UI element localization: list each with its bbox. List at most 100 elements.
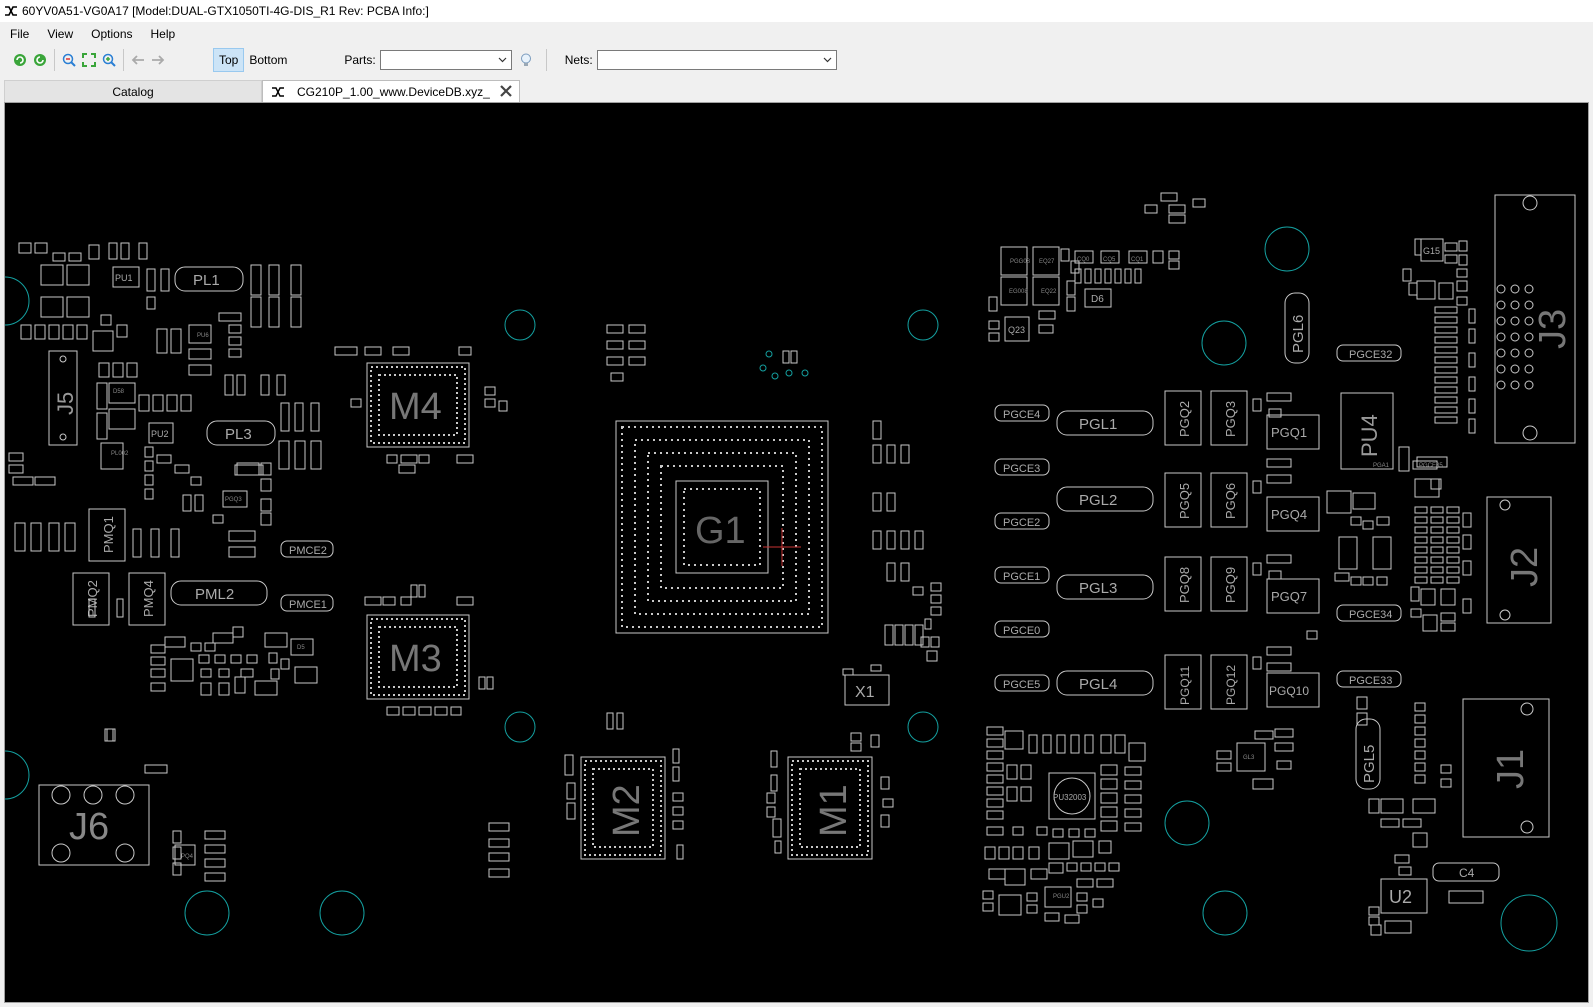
mounting-hole: [184, 890, 230, 936]
zoom-in-icon[interactable]: [99, 50, 119, 70]
mosfet-pgq2[interactable]: PGQ2: [1164, 390, 1202, 446]
cap-pgce0[interactable]: PGCE0: [994, 620, 1050, 638]
svg-text:PGCE33: PGCE33: [1349, 675, 1392, 687]
inductor-pl1[interactable]: PL1: [174, 266, 244, 292]
window-title: 60YV0A51-VG0A17 [Model:DUAL-GTX1050TI-4G…: [22, 4, 429, 18]
cap-pgce2[interactable]: PGCE2: [994, 512, 1050, 530]
svg-text:PGQ8: PGQ8: [1177, 567, 1192, 603]
connector-j3[interactable]: J3: [1494, 194, 1576, 444]
svg-text:PU2: PU2: [151, 429, 169, 439]
menu-file[interactable]: File: [2, 27, 37, 41]
mosfet-pmq1[interactable]: PMQ1: [88, 508, 126, 562]
cap-pmce1[interactable]: PMCE1: [280, 594, 334, 612]
mosfet-pgq12[interactable]: PGQ12: [1210, 654, 1248, 710]
close-icon[interactable]: [499, 84, 513, 98]
connector-j6[interactable]: J6: [38, 784, 150, 866]
mosfet-pmq4[interactable]: PMQ4: [128, 572, 166, 626]
back-arrow-icon[interactable]: [128, 50, 148, 70]
cap-pgce34[interactable]: PGCE34: [1336, 604, 1402, 622]
inductor-pgl6[interactable]: PGL6: [1284, 292, 1310, 364]
memory-m3[interactable]: M3: [366, 614, 470, 700]
gpu-g1[interactable]: G1: [615, 420, 829, 634]
svg-text:PGQ3: PGQ3: [225, 497, 242, 503]
mounting-hole: [1202, 890, 1248, 936]
cap-pmce2[interactable]: PMCE2: [280, 540, 334, 558]
diode-d6[interactable]: D6: [1084, 288, 1112, 308]
chip-pu4[interactable]: PU4: [1340, 392, 1394, 470]
cap-pgce5[interactable]: PGCE5: [994, 674, 1050, 692]
svg-text:PGL2: PGL2: [1079, 492, 1117, 509]
via: [785, 369, 793, 377]
inductor-pml2[interactable]: PML2: [170, 580, 268, 606]
memory-m1[interactable]: M1: [787, 756, 873, 860]
forward-arrow-icon[interactable]: [148, 50, 168, 70]
svg-text:PU6: PU6: [197, 333, 209, 339]
inductor-pgl4[interactable]: PGL4: [1056, 670, 1154, 696]
cap-pgce1[interactable]: PGCE1: [994, 566, 1050, 584]
mosfet-pgq11[interactable]: PGQ11: [1164, 654, 1202, 710]
mosfet-pgq3[interactable]: PGQ3: [1210, 390, 1248, 446]
menu-help[interactable]: Help: [143, 27, 184, 41]
svg-text:PGCE5: PGCE5: [1003, 679, 1040, 691]
crystal-x1[interactable]: X1: [844, 674, 890, 706]
transistor-q23[interactable]: Q23: [1004, 316, 1030, 342]
mosfet-pgq5[interactable]: PGQ5: [1164, 472, 1202, 528]
svg-text:G15: G15: [1423, 246, 1440, 256]
mosfet-pgq9[interactable]: PGQ9: [1210, 556, 1248, 612]
mounting-hole: [907, 711, 939, 743]
j2-label: J2: [1504, 547, 1546, 587]
cap-pgce32[interactable]: PGCE32: [1336, 344, 1402, 362]
reload-icon[interactable]: [10, 50, 30, 70]
pcb-board[interactable]: G1 M4 M3 M2 M1 J3 J2 J1 J5 J6 PL1 PL3 PM…: [5, 103, 1589, 1003]
pcb-canvas[interactable]: G1 M4 M3 M2 M1 J3 J2 J1 J5 J6 PL1 PL3 PM…: [4, 102, 1589, 1003]
connector-j2[interactable]: J2: [1486, 496, 1552, 624]
tab-document[interactable]: CG210P_1.00_www.DeviceDB.xyz_: [262, 80, 520, 102]
lightbulb-icon[interactable]: [516, 50, 536, 70]
chip-g15[interactable]: G15: [1420, 238, 1444, 262]
menu-view[interactable]: View: [39, 27, 81, 41]
cap-pgce33[interactable]: PGCE33: [1336, 670, 1402, 688]
svg-text:PGQ12: PGQ12: [1224, 665, 1238, 705]
chip-pu2[interactable]: PU2: [148, 422, 174, 444]
mosfet-pgq1[interactable]: PGQ1: [1266, 414, 1320, 450]
mosfet-pgq6[interactable]: PGQ6: [1210, 472, 1248, 528]
nets-combobox[interactable]: [596, 50, 837, 70]
cap-pgce4[interactable]: PGCE4: [994, 404, 1050, 422]
menu-options[interactable]: Options: [83, 27, 140, 41]
bottom-toggle-button[interactable]: Bottom: [244, 49, 292, 71]
mosfet-pgq7[interactable]: PGQ7: [1266, 578, 1320, 614]
mosfet-pgq10[interactable]: PGQ10: [1266, 672, 1320, 708]
connector-j1[interactable]: J1: [1462, 698, 1550, 838]
tab-catalog[interactable]: Catalog: [4, 80, 262, 102]
connector-j5[interactable]: J5: [48, 350, 78, 446]
toolbar-separator: [123, 49, 124, 71]
inductor-pgl1[interactable]: PGL1: [1056, 410, 1154, 436]
chip-pu32003[interactable]: PU32003: [1048, 772, 1096, 820]
svg-text:U2: U2: [1389, 887, 1412, 907]
zoom-out-icon[interactable]: [59, 50, 79, 70]
svg-text:PGCE34: PGCE34: [1349, 609, 1392, 621]
mosfet-pgq4[interactable]: PGQ4: [1266, 496, 1320, 532]
mounting-hole: [5, 750, 30, 800]
svg-text:D5: D5: [297, 645, 305, 651]
cap-c4[interactable]: C4: [1432, 862, 1500, 882]
inductor-pgl5[interactable]: PGL5: [1355, 718, 1381, 790]
refresh-icon[interactable]: [30, 50, 50, 70]
memory-m4[interactable]: M4: [366, 362, 470, 448]
top-toggle-button[interactable]: Top: [213, 48, 245, 72]
svg-text:PGQ3: PGQ3: [1223, 401, 1238, 437]
memory-m2[interactable]: M2: [580, 756, 666, 860]
chip-pu1[interactable]: PU1: [112, 266, 140, 288]
svg-text:CQ5: CQ5: [1103, 257, 1116, 263]
inductor-pgl2[interactable]: PGL2: [1056, 486, 1154, 512]
zoom-fit-icon[interactable]: [79, 50, 99, 70]
mosfet-pgq8[interactable]: PGQ8: [1164, 556, 1202, 612]
cap-pgce3[interactable]: PGCE3: [994, 458, 1050, 476]
chip-u2[interactable]: U2: [1380, 878, 1428, 914]
svg-text:PGCE35: PGCE35: [1419, 463, 1443, 469]
j5-label: J5: [53, 392, 78, 415]
inductor-pl3[interactable]: PL3: [206, 420, 276, 446]
inductor-pgl3[interactable]: PGL3: [1056, 574, 1154, 600]
svg-text:PGCE32: PGCE32: [1349, 349, 1392, 361]
parts-combobox[interactable]: [379, 50, 512, 70]
